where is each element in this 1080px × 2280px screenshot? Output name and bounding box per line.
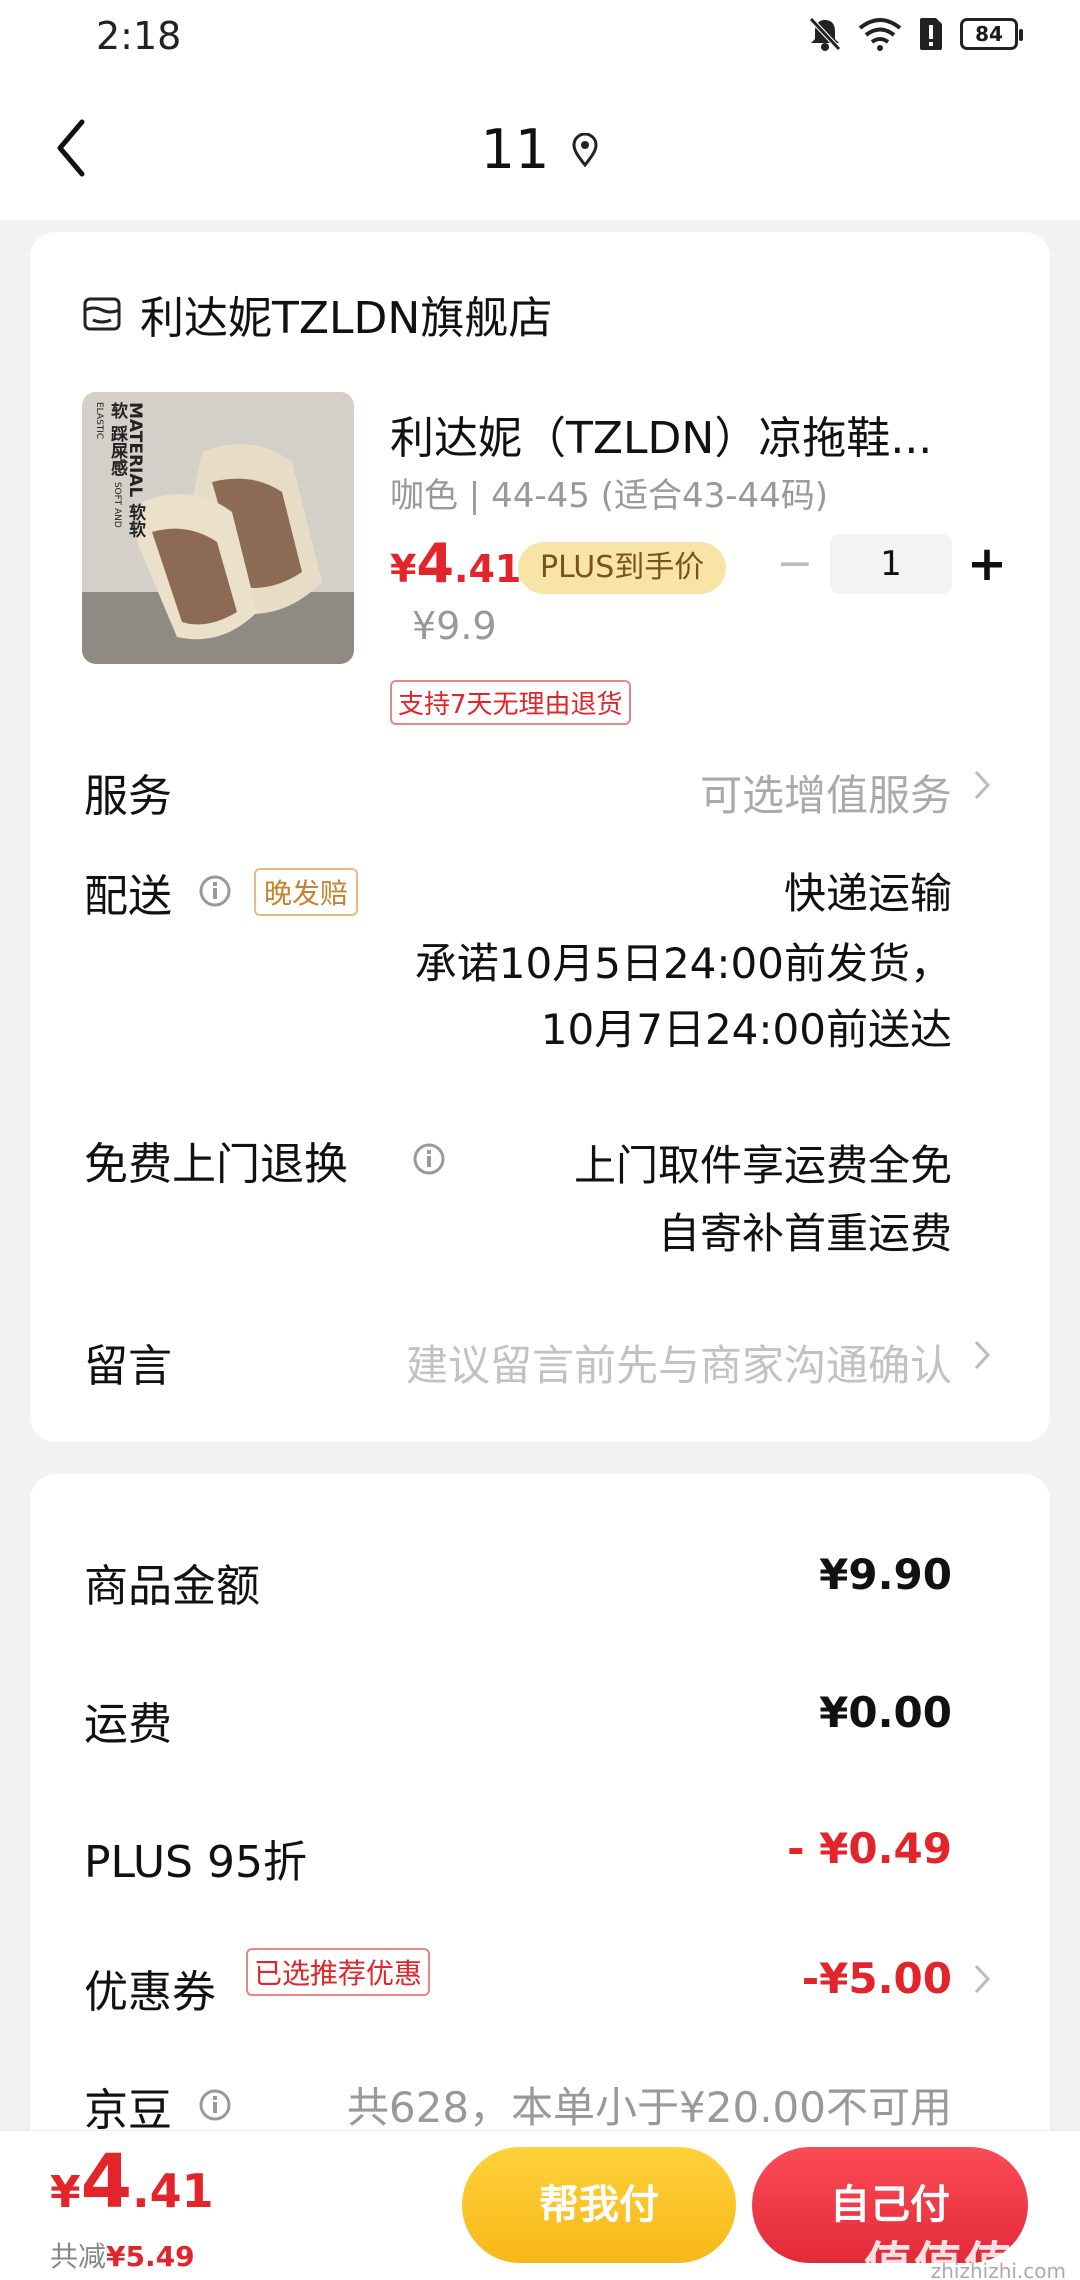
quantity-input[interactable]: 1 [830, 534, 952, 594]
order-item-card: 利达妮TZLDN旗舰店 MATERIAL 软软软 踩屎感 SOFT AND EL… [30, 232, 1050, 1442]
location-pin-icon [572, 132, 598, 167]
watermark-url: zhizhizhi.com [930, 2259, 1066, 2280]
product-spec[interactable]: 咖色 | 44-45 (适合43-44码) [390, 468, 828, 517]
shop-header[interactable]: 利达妮TZLDN旗舰店 [82, 282, 552, 346]
plus-price-tag: PLUS到手价 [518, 542, 727, 594]
jd-beans-label: 京豆 [84, 2085, 172, 2136]
total-saved[interactable]: 共减¥5.49 [50, 2235, 195, 2275]
total-integer: 4 [80, 2139, 133, 2225]
free-return-self-ship: 自寄补首重运费 [657, 1209, 952, 1258]
service-value: 可选增值服务 [699, 771, 952, 820]
shop-icon [83, 297, 121, 331]
coupon-selected-badge: 已选推荐优惠 [246, 1948, 431, 1996]
checkout-bar: ¥ 4 .41 共减¥5.49 帮我付 自己付 值值值 zhizhizhi.co… [0, 2130, 1080, 2280]
battery-icon: 84 [960, 18, 1023, 50]
nav-bar: 11 [0, 80, 1080, 220]
status-bar: 2:18 84 [0, 0, 1080, 80]
decrease-button[interactable]: − [760, 534, 830, 594]
coupon-value: -¥5.00 [801, 1954, 952, 2003]
quantity-stepper: − 1 + [760, 534, 1022, 594]
original-price: ¥9.9 [412, 604, 497, 648]
chevron-right-icon [974, 1340, 991, 1370]
message-label: 留言 [84, 1341, 172, 1392]
total-currency: ¥ [50, 2167, 81, 2218]
saved-label: 共减 [50, 2240, 107, 2273]
plus-discount-value: - ¥0.49 [787, 1824, 952, 1873]
product-image[interactable]: MATERIAL 软软软 踩屎感 SOFT AND ELASTIC [82, 392, 354, 664]
pay-myself-button[interactable]: 自己付 值值值 [752, 2147, 1028, 2280]
chevron-right-icon [974, 770, 991, 800]
chevron-right-icon [974, 1964, 991, 1994]
help-me-pay-button[interactable]: 帮我付 [462, 2147, 736, 2263]
message-input[interactable]: 建议留言前先与商家沟通确认 [406, 1332, 952, 1393]
delivery-label: 配送 [84, 871, 172, 922]
increase-button[interactable]: + [952, 534, 1022, 594]
info-icon[interactable] [198, 874, 232, 908]
page-title: 11 [480, 118, 550, 181]
total-decimal: .41 [132, 2164, 214, 2218]
shipping-fee-label: 运费 [84, 1699, 172, 1750]
product-title[interactable]: 利达妮（TZLDN）凉拖鞋... [390, 402, 990, 466]
shipping-fee-value: ¥0.00 [819, 1688, 952, 1737]
address-selector[interactable]: 11 [481, 118, 600, 181]
delivery-arrive-promise: 10月7日24:00前送达 [540, 1005, 952, 1054]
wifi-icon [858, 18, 902, 51]
free-return-label: 免费上门退换 [84, 1139, 348, 1190]
jd-beans-value: 共628，本单小于¥20.00不可用 [346, 2083, 952, 2132]
status-time: 2:18 [96, 14, 182, 58]
bell-muted-icon [809, 17, 841, 51]
late-compensation-badge: 晚发赔 [254, 868, 359, 916]
info-icon[interactable] [198, 2088, 232, 2122]
goods-amount-label: 商品金额 [84, 1561, 260, 1612]
return-policy-badge: 支持7天无理由退货 [390, 680, 631, 725]
service-label: 服务 [84, 771, 172, 822]
sim-alert-icon [920, 18, 942, 50]
price-integer: 4 [416, 532, 455, 595]
delivery-method: 快递运输 [783, 869, 952, 918]
plus-discount-label: PLUS 95折 [84, 1837, 307, 1888]
price-decimal: .41 [454, 547, 522, 591]
coupon-label: 优惠券 [84, 1967, 216, 2018]
shop-name: 利达妮TZLDN旗舰店 [140, 293, 553, 344]
delivery-ship-promise: 承诺10月5日24:00前发货， [414, 939, 952, 988]
total-price: ¥ 4 .41 [50, 2139, 214, 2225]
free-return-pickup: 上门取件享运费全免 [573, 1141, 952, 1190]
goods-amount-value: ¥9.90 [819, 1550, 952, 1599]
product-price: ¥ 4 .41 [390, 532, 521, 595]
saved-value: ¥5.49 [106, 2240, 195, 2273]
info-icon[interactable] [412, 1142, 446, 1176]
image-text-material: MATERIAL [125, 402, 145, 498]
price-currency: ¥ [390, 547, 417, 591]
status-icons: 84 [808, 16, 1023, 52]
